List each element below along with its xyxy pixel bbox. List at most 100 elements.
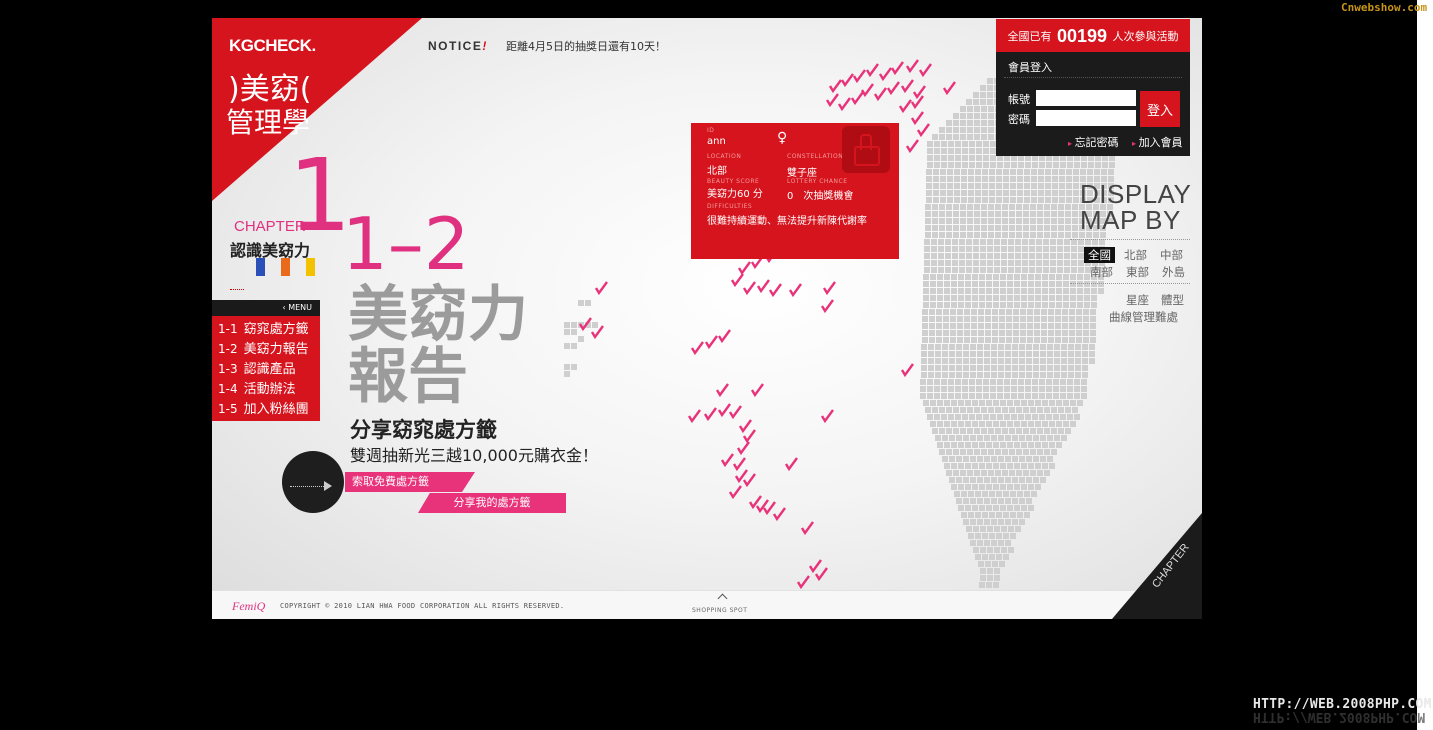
check-marker-icon[interactable] bbox=[784, 457, 798, 472]
check-marker-icon[interactable] bbox=[822, 281, 836, 296]
chapter-corner-tab[interactable] bbox=[1112, 513, 1202, 619]
check-marker-icon[interactable] bbox=[762, 501, 776, 516]
check-marker-icon[interactable] bbox=[717, 403, 731, 418]
check-marker-icon[interactable] bbox=[732, 457, 746, 472]
footer: FemiQ COPYRIGHT © 2010 LIAN HWA FOOD COR… bbox=[212, 590, 1202, 619]
chevron-up-icon[interactable] bbox=[717, 593, 728, 604]
check-marker-icon[interactable] bbox=[890, 61, 904, 76]
region-all[interactable]: 全國 bbox=[1084, 247, 1115, 263]
check-marker-icon[interactable] bbox=[788, 283, 802, 298]
check-marker-icon[interactable] bbox=[900, 79, 914, 94]
filter-constellation[interactable]: 星座 bbox=[1126, 292, 1149, 308]
share-subtitle: 雙週抽新光三越10,000元購衣金！ bbox=[350, 446, 598, 465]
check-marker-icon[interactable] bbox=[717, 329, 731, 344]
check-marker-icon[interactable] bbox=[704, 335, 718, 350]
notice-label: NOTICE! bbox=[428, 39, 488, 53]
menu-header[interactable]: ‹ MENU bbox=[212, 300, 320, 316]
check-marker-icon[interactable] bbox=[860, 83, 874, 98]
share-prescription-button[interactable]: 分享我的處方籤 bbox=[418, 493, 566, 513]
region-central[interactable]: 中部 bbox=[1160, 247, 1183, 263]
chance-label: LOTTERY CHANCE bbox=[787, 178, 848, 185]
check-marker-icon[interactable] bbox=[730, 273, 744, 288]
check-marker-icon[interactable] bbox=[687, 409, 701, 424]
get-free-prescription-button[interactable]: 索取免費處方籤 bbox=[345, 472, 475, 492]
check-marker-icon[interactable] bbox=[738, 419, 752, 434]
check-marker-icon[interactable] bbox=[720, 453, 734, 468]
menu-item[interactable]: 1-4 活動辦法 bbox=[212, 378, 320, 398]
check-marker-icon[interactable] bbox=[796, 575, 810, 590]
brand-text: KGCHECK. bbox=[229, 36, 316, 55]
check-marker-icon[interactable] bbox=[865, 63, 879, 78]
check-marker-icon[interactable] bbox=[756, 279, 770, 294]
check-marker-icon[interactable] bbox=[898, 99, 912, 114]
check-marker-icon[interactable] bbox=[825, 93, 839, 108]
check-marker-icon[interactable] bbox=[910, 95, 924, 110]
check-marker-icon[interactable] bbox=[873, 87, 887, 102]
check-marker-icon[interactable] bbox=[800, 521, 814, 536]
region-islands[interactable]: 外島 bbox=[1162, 264, 1185, 280]
check-marker-icon[interactable] bbox=[886, 81, 900, 96]
password-input[interactable] bbox=[1036, 110, 1136, 126]
check-marker-icon[interactable] bbox=[703, 407, 717, 422]
check-marker-icon[interactable] bbox=[912, 85, 926, 100]
check-marker-icon[interactable] bbox=[734, 469, 748, 484]
check-marker-icon[interactable] bbox=[828, 79, 842, 94]
account-input[interactable] bbox=[1036, 90, 1136, 106]
check-marker-icon[interactable] bbox=[750, 383, 764, 398]
filter-curve-difficulty[interactable]: 曲線管理難處 bbox=[1109, 309, 1178, 325]
next-arrow-button[interactable] bbox=[282, 451, 344, 513]
menu-item[interactable]: 1-3 認識產品 bbox=[212, 358, 320, 378]
check-marker-icon[interactable] bbox=[742, 473, 756, 488]
check-marker-icon[interactable] bbox=[840, 73, 854, 88]
flag-yellow bbox=[306, 258, 315, 276]
display-map-by-title: DISPLAY MAP BY bbox=[1080, 179, 1192, 235]
region-south[interactable]: 南部 bbox=[1090, 264, 1113, 280]
check-marker-icon[interactable] bbox=[742, 281, 756, 296]
check-marker-icon[interactable] bbox=[742, 429, 756, 444]
check-marker-icon[interactable] bbox=[820, 299, 834, 314]
femiq-logo[interactable]: FemiQ bbox=[232, 599, 265, 614]
check-marker-icon[interactable] bbox=[728, 485, 742, 500]
notice-mark: ! bbox=[482, 39, 488, 53]
user-name: ann bbox=[707, 136, 726, 147]
check-marker-icon[interactable] bbox=[910, 111, 924, 126]
check-marker-icon[interactable] bbox=[594, 281, 608, 296]
check-marker-icon[interactable] bbox=[808, 559, 822, 574]
region-north[interactable]: 北部 bbox=[1124, 247, 1147, 263]
check-marker-icon[interactable] bbox=[918, 63, 932, 78]
check-marker-icon[interactable] bbox=[768, 283, 782, 298]
forgot-password-link[interactable]: 忘記密碼 bbox=[1068, 134, 1119, 150]
check-marker-icon[interactable] bbox=[850, 91, 864, 106]
check-marker-icon[interactable] bbox=[728, 405, 742, 420]
check-marker-icon[interactable] bbox=[814, 567, 828, 582]
region-east[interactable]: 東部 bbox=[1126, 264, 1149, 280]
check-marker-icon[interactable] bbox=[905, 139, 919, 154]
check-marker-icon[interactable] bbox=[578, 317, 592, 332]
check-marker-icon[interactable] bbox=[748, 495, 762, 510]
check-marker-icon[interactable] bbox=[737, 261, 751, 276]
check-marker-icon[interactable] bbox=[755, 499, 769, 514]
shopping-spot-link[interactable]: SHOPPING SPOT bbox=[692, 607, 747, 614]
filter-body-type[interactable]: 體型 bbox=[1161, 292, 1184, 308]
check-marker-icon[interactable] bbox=[916, 123, 930, 138]
menu-item[interactable]: 1-1 窈窕處方籤 bbox=[212, 318, 320, 338]
check-marker-icon[interactable] bbox=[905, 59, 919, 74]
divider bbox=[1004, 77, 1182, 78]
brand-logo[interactable]: KGCHECK. bbox=[229, 36, 316, 56]
check-marker-icon[interactable] bbox=[878, 67, 892, 82]
check-marker-icon[interactable] bbox=[715, 383, 729, 398]
check-marker-icon[interactable] bbox=[852, 69, 866, 84]
join-member-link[interactable]: 加入會員 bbox=[1132, 134, 1183, 150]
check-marker-icon[interactable] bbox=[690, 341, 704, 356]
check-marker-icon[interactable] bbox=[837, 97, 851, 112]
page-edge bbox=[1417, 0, 1433, 730]
check-marker-icon[interactable] bbox=[772, 507, 786, 522]
check-marker-icon[interactable] bbox=[942, 81, 956, 96]
check-marker-icon[interactable] bbox=[590, 325, 604, 340]
check-marker-icon[interactable] bbox=[820, 409, 834, 424]
check-marker-icon[interactable] bbox=[900, 363, 914, 378]
menu-item[interactable]: 1-5 加入粉絲團 bbox=[212, 398, 320, 418]
login-button[interactable]: 登入 bbox=[1140, 91, 1180, 127]
menu-item[interactable]: 1-2 美窈力報告 bbox=[212, 338, 320, 358]
check-marker-icon[interactable] bbox=[736, 441, 750, 456]
